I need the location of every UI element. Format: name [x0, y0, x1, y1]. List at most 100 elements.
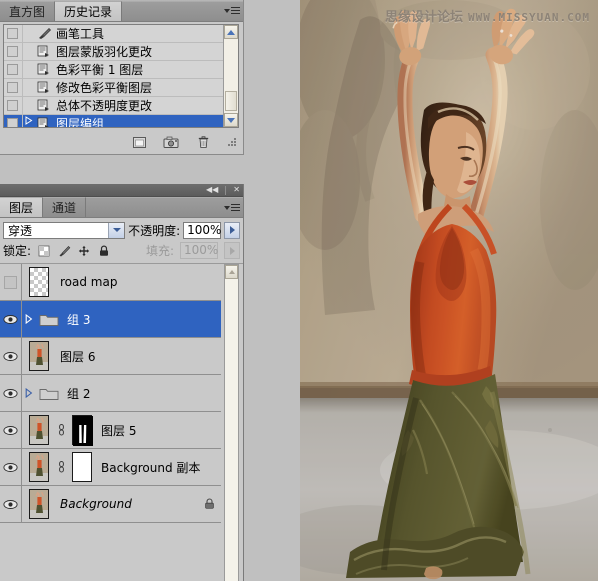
history-row-label: 色彩平衡 1 图层 [56, 63, 144, 77]
history-row[interactable]: 色彩平衡 1 图层 [4, 61, 223, 79]
scroll-up-icon[interactable] [225, 265, 238, 279]
layers-panel-tabbar: 图层 通道 [0, 197, 243, 218]
layer-visibility-toggle[interactable] [0, 375, 22, 411]
group-expand-arrow-icon[interactable] [22, 388, 36, 398]
dancer-photo [300, 0, 598, 581]
layer-name[interactable]: 组 3 [62, 311, 221, 328]
layers-panel-menu-icon[interactable] [224, 201, 240, 215]
new-document-icon[interactable] [130, 134, 148, 150]
dancer-thumbnail [28, 489, 49, 519]
trash-icon[interactable] [194, 134, 212, 150]
layer-name[interactable]: 图层 5 [96, 422, 221, 439]
history-row[interactable]: 图层蒙版羽化更改 [4, 43, 223, 61]
layer-row-background-copy[interactable]: Background 副本 [0, 449, 221, 486]
layer-locked-icon [197, 498, 221, 510]
history-panel: 直方图 历史记录 画笔工具 图层蒙版羽化更改 色彩平衡 1 图层 修改色彩平衡图… [0, 0, 244, 155]
scroll-down-icon[interactable] [224, 113, 238, 127]
mask-link-icon[interactable] [55, 423, 68, 437]
layer-mask-thumbnail[interactable] [68, 452, 96, 482]
lock-position-icon[interactable] [77, 244, 91, 258]
layer-thumbnail[interactable] [22, 452, 55, 482]
layer-visibility-toggle[interactable] [0, 264, 22, 300]
history-source-checkbox[interactable] [4, 97, 23, 114]
fill-label: 填充: [145, 244, 174, 258]
layer-row-layer-5[interactable]: 图层 5 [0, 412, 221, 449]
layer-mask-thumbnail[interactable] [68, 415, 96, 446]
document-canvas[interactable]: 思缘设计论坛 WWW.MISSYUAN.COM [300, 0, 598, 581]
dancer-thumbnail [28, 452, 49, 482]
history-source-checkbox[interactable] [4, 61, 23, 78]
layer-name[interactable]: road map [55, 275, 221, 289]
opacity-stepper-icon[interactable] [224, 221, 240, 239]
layer-thumbnail[interactable] [22, 267, 55, 297]
opacity-input[interactable]: 100% [183, 221, 221, 239]
eye-icon [3, 462, 18, 472]
watermark-cn: 思缘设计论坛 [385, 10, 464, 25]
layers-list: road map 组 3 图层 6 组 2 图层 5 Background 副本… [0, 264, 221, 581]
history-row-label: 画笔工具 [56, 27, 105, 41]
scroll-up-icon[interactable] [224, 25, 238, 39]
history-row[interactable]: 画笔工具 [4, 25, 223, 43]
lock-transparent-pixels-icon[interactable] [37, 244, 51, 258]
layer-thumbnail[interactable] [22, 341, 55, 371]
lock-image-pixels-icon[interactable] [57, 244, 71, 258]
mask-link-icon[interactable] [55, 460, 68, 474]
layer-name[interactable]: Background 副本 [96, 459, 221, 476]
watermark: 思缘设计论坛 WWW.MISSYUAN.COM [385, 6, 590, 25]
group-expand-arrow-icon[interactable] [22, 314, 36, 324]
tab-history[interactable]: 历史记录 [55, 1, 123, 21]
scrollbar-thumb[interactable] [225, 91, 237, 111]
layer-row-group-2[interactable]: 组 2 [0, 375, 221, 412]
history-row-label: 图层编组 [56, 117, 105, 128]
history-row-label: 图层蒙版羽化更改 [56, 45, 153, 59]
history-list-container: 画笔工具 图层蒙版羽化更改 色彩平衡 1 图层 修改色彩平衡图层 总体不透明度更… [3, 24, 239, 128]
layer-visibility-toggle[interactable] [0, 486, 22, 522]
history-panel-menu-icon[interactable] [224, 4, 240, 18]
layer-name[interactable]: 图层 6 [55, 348, 221, 365]
layers-scrollbar[interactable] [224, 264, 239, 581]
layer-visibility-toggle[interactable] [0, 449, 22, 485]
collapse-panel-icon[interactable]: ◀◀ [206, 185, 218, 195]
tab-layers[interactable]: 图层 [0, 197, 44, 217]
resize-grip-icon[interactable] [228, 137, 237, 147]
history-list: 画笔工具 图层蒙版羽化更改 色彩平衡 1 图层 修改色彩平衡图层 总体不透明度更… [4, 25, 223, 127]
fill-stepper-icon [224, 242, 240, 259]
history-row[interactable]: 修改色彩平衡图层 [4, 79, 223, 97]
layer-name[interactable]: 组 2 [62, 385, 221, 402]
layer-thumbnail[interactable] [22, 489, 55, 519]
layer-row-background[interactable]: Background [0, 486, 221, 523]
legs-mask [72, 415, 93, 446]
history-scrollbar[interactable] [223, 25, 238, 127]
layer-name[interactable]: Background [55, 497, 197, 511]
layer-row-road-map[interactable]: road map [0, 264, 221, 301]
history-source-checkbox[interactable] [4, 115, 23, 127]
dancer-thumbnail [28, 341, 49, 371]
tab-channels[interactable]: 通道 [43, 197, 87, 217]
blend-mode-value: 穿透 [8, 223, 33, 238]
layer-row-layer-6[interactable]: 图层 6 [0, 338, 221, 375]
layer-visibility-toggle[interactable] [0, 301, 22, 337]
layers-panel-titlebar: ◀◀ ✕ [0, 184, 243, 197]
history-source-checkbox[interactable] [4, 79, 23, 96]
history-state-icon [34, 63, 54, 76]
history-source-checkbox[interactable] [4, 43, 23, 60]
hamburger-icon [231, 203, 240, 213]
history-source-checkbox[interactable] [4, 25, 23, 42]
eye-icon [3, 351, 18, 361]
chevron-down-icon[interactable] [108, 222, 125, 238]
layer-row-group-3[interactable]: 组 3 [0, 301, 221, 338]
tab-histogram[interactable]: 直方图 [0, 1, 56, 21]
layer-visibility-toggle[interactable] [0, 338, 22, 374]
layer-thumbnail[interactable] [22, 415, 55, 445]
history-row-label: 修改色彩平衡图层 [56, 81, 153, 95]
chevron-down-icon [224, 9, 230, 13]
history-row[interactable]: 总体不透明度更改 [4, 97, 223, 115]
lock-all-icon[interactable] [97, 244, 111, 258]
history-state-icon [34, 45, 54, 58]
history-row-selected[interactable]: 图层编组 [4, 115, 223, 128]
close-panel-icon[interactable]: ✕ [233, 185, 240, 195]
blend-mode-select[interactable]: 穿透 [3, 221, 126, 239]
layer-visibility-toggle[interactable] [0, 412, 22, 448]
layers-list-container: road map 组 3 图层 6 组 2 图层 5 Background 副本… [0, 263, 243, 581]
camera-icon[interactable] [162, 134, 180, 150]
